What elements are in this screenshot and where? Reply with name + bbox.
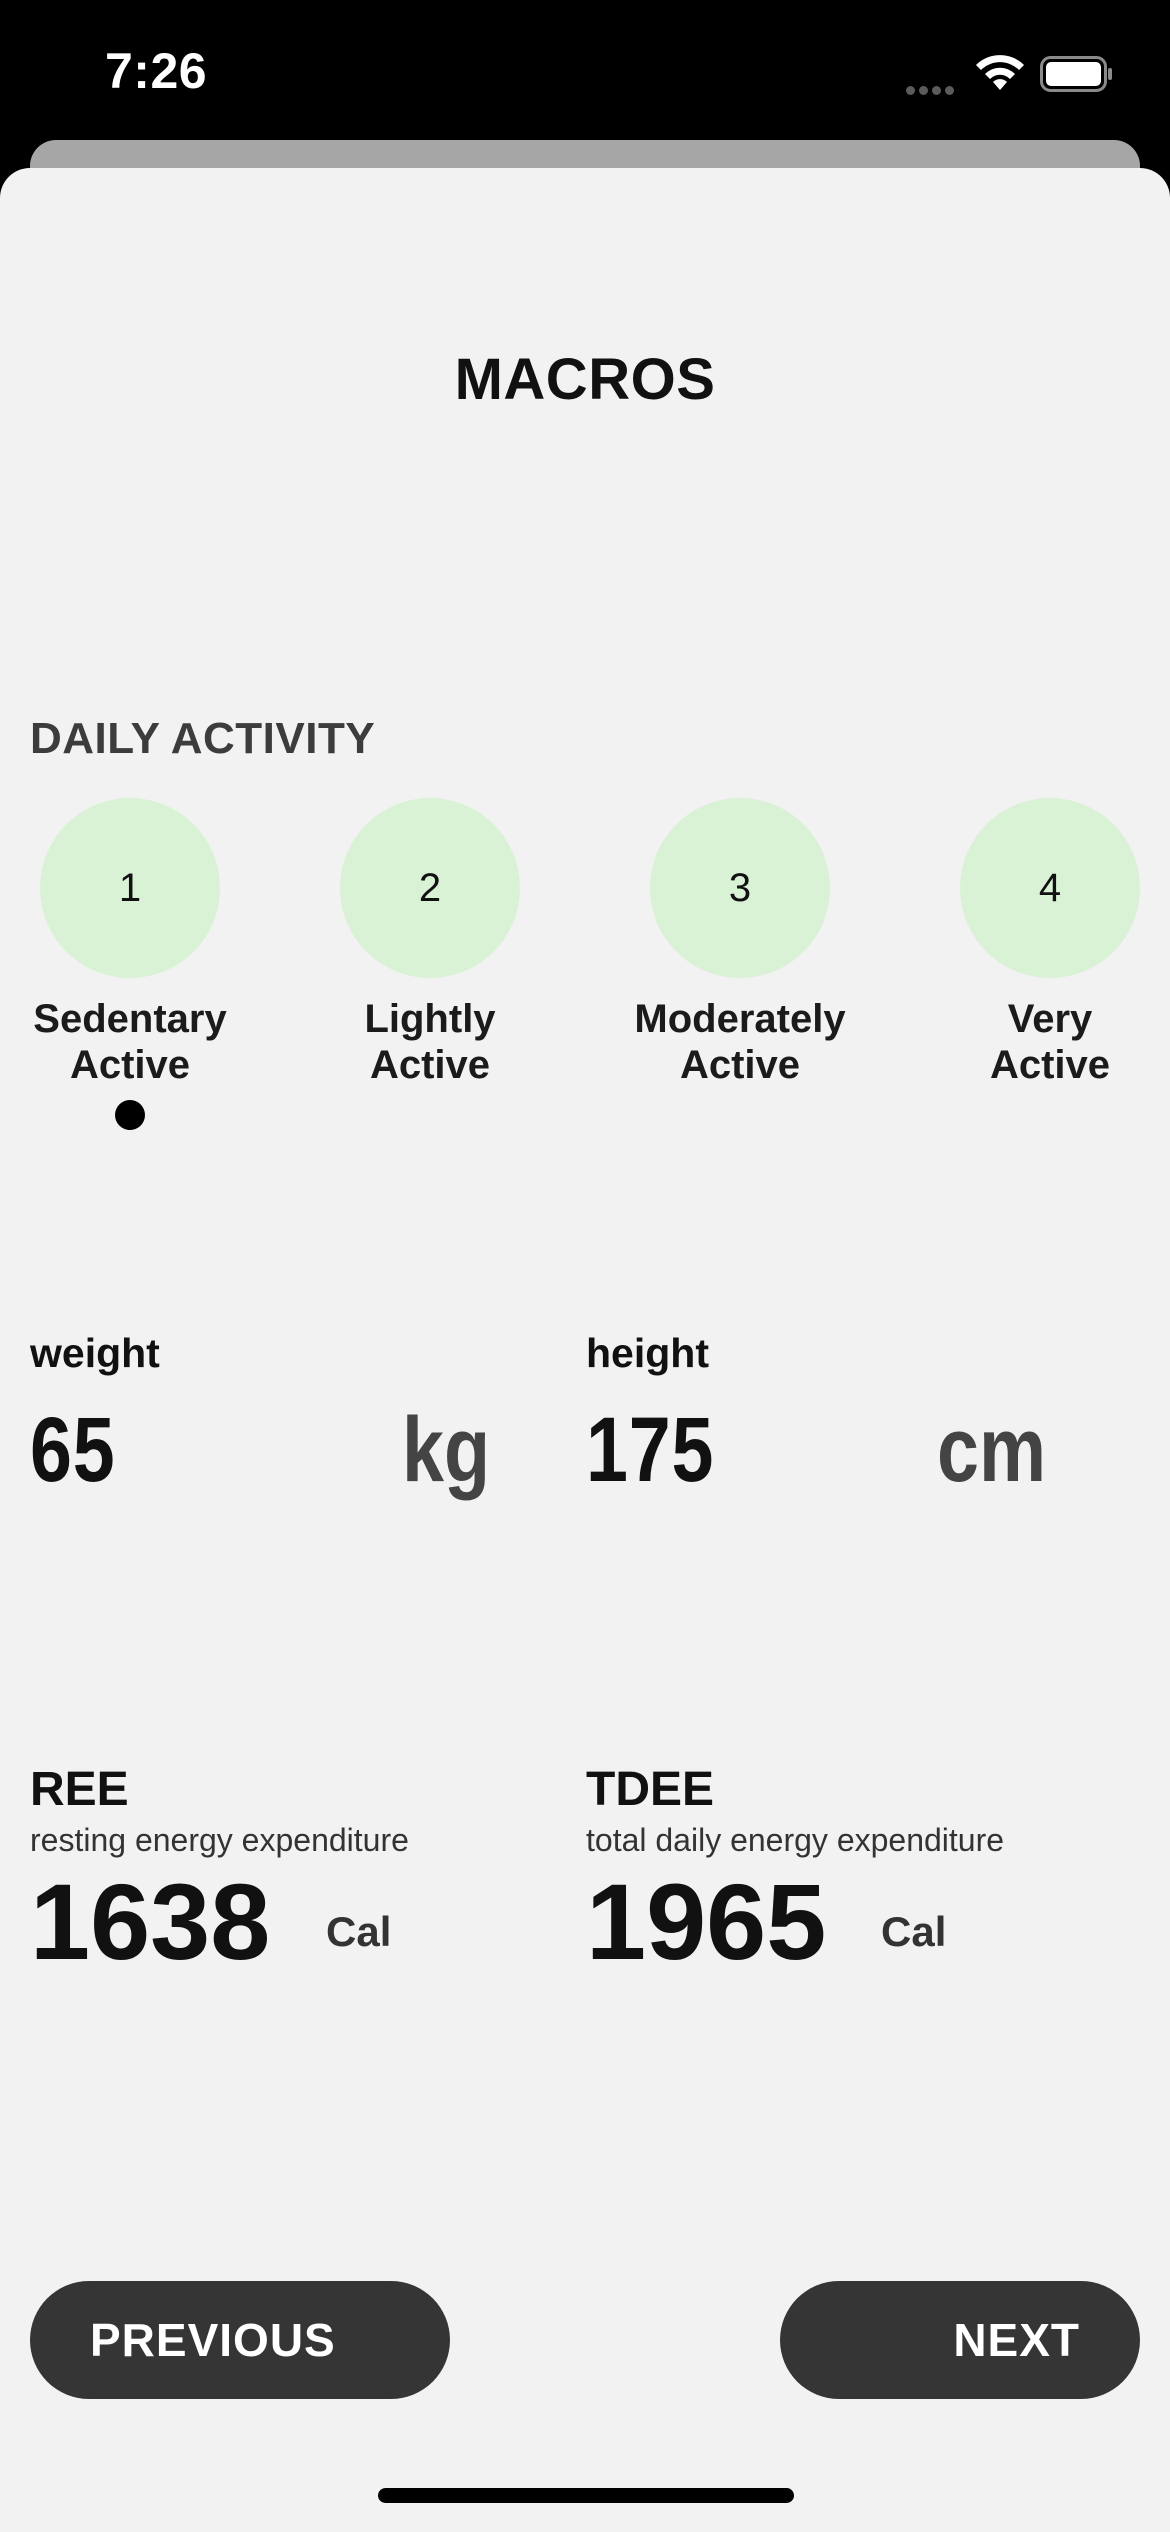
height-label: height [586, 1330, 709, 1376]
activity-label: Lightly Active [364, 997, 496, 1087]
macros-sheet: MACROS DAILY ACTIVITY 1 Sedentary Active… [0, 168, 1170, 2532]
activity-label: Moderately Active [634, 997, 846, 1087]
height-input[interactable]: 175 [586, 1400, 714, 1500]
wifi-icon [976, 55, 1024, 90]
height-unit: cm [937, 1399, 1047, 1501]
activity-circle[interactable]: 4 [960, 798, 1140, 978]
activity-label: Very Active [989, 997, 1111, 1087]
tdee-value: 1965 [586, 1861, 827, 1982]
weight-label: weight [30, 1330, 160, 1376]
activity-circle[interactable]: 3 [650, 798, 830, 978]
status-time: 7:26 [105, 43, 208, 99]
home-indicator[interactable] [378, 2488, 794, 2503]
activity-option-lightly[interactable]: 2 Lightly Active [310, 798, 550, 1088]
page-title: MACROS [454, 347, 716, 412]
activity-circle[interactable]: 1 [40, 798, 220, 978]
next-button[interactable]: NEXT [780, 2281, 1140, 2399]
weight-input[interactable]: 65 [30, 1400, 116, 1500]
activity-option-sedentary[interactable]: 1 Sedentary Active [10, 798, 250, 1130]
previous-button[interactable]: PREVIOUS [30, 2281, 450, 2399]
status-bar: 7:26 [0, 0, 1170, 150]
ree-value: 1638 [30, 1861, 271, 1982]
tdee-subtitle: total daily energy expenditure [586, 1822, 1005, 1858]
ree-title: REE [30, 1763, 129, 1816]
tdee-unit: Cal [881, 1908, 947, 1955]
tdee-title: TDEE [586, 1763, 715, 1816]
selected-indicator [115, 1100, 145, 1130]
activity-option-moderately[interactable]: 3 Moderately Active [620, 798, 860, 1088]
ree-subtitle: resting energy expenditure [30, 1822, 409, 1858]
weight-unit: kg [402, 1399, 491, 1501]
signal-dots-icon [906, 82, 958, 95]
ree-unit: Cal [326, 1908, 392, 1955]
activity-option-very[interactable]: 4 Very Active [930, 798, 1170, 1088]
daily-activity-heading: DAILY ACTIVITY [30, 714, 376, 763]
activity-circle[interactable]: 2 [340, 798, 520, 978]
activity-label: Sedentary Active [33, 997, 227, 1087]
battery-icon [1040, 56, 1112, 92]
